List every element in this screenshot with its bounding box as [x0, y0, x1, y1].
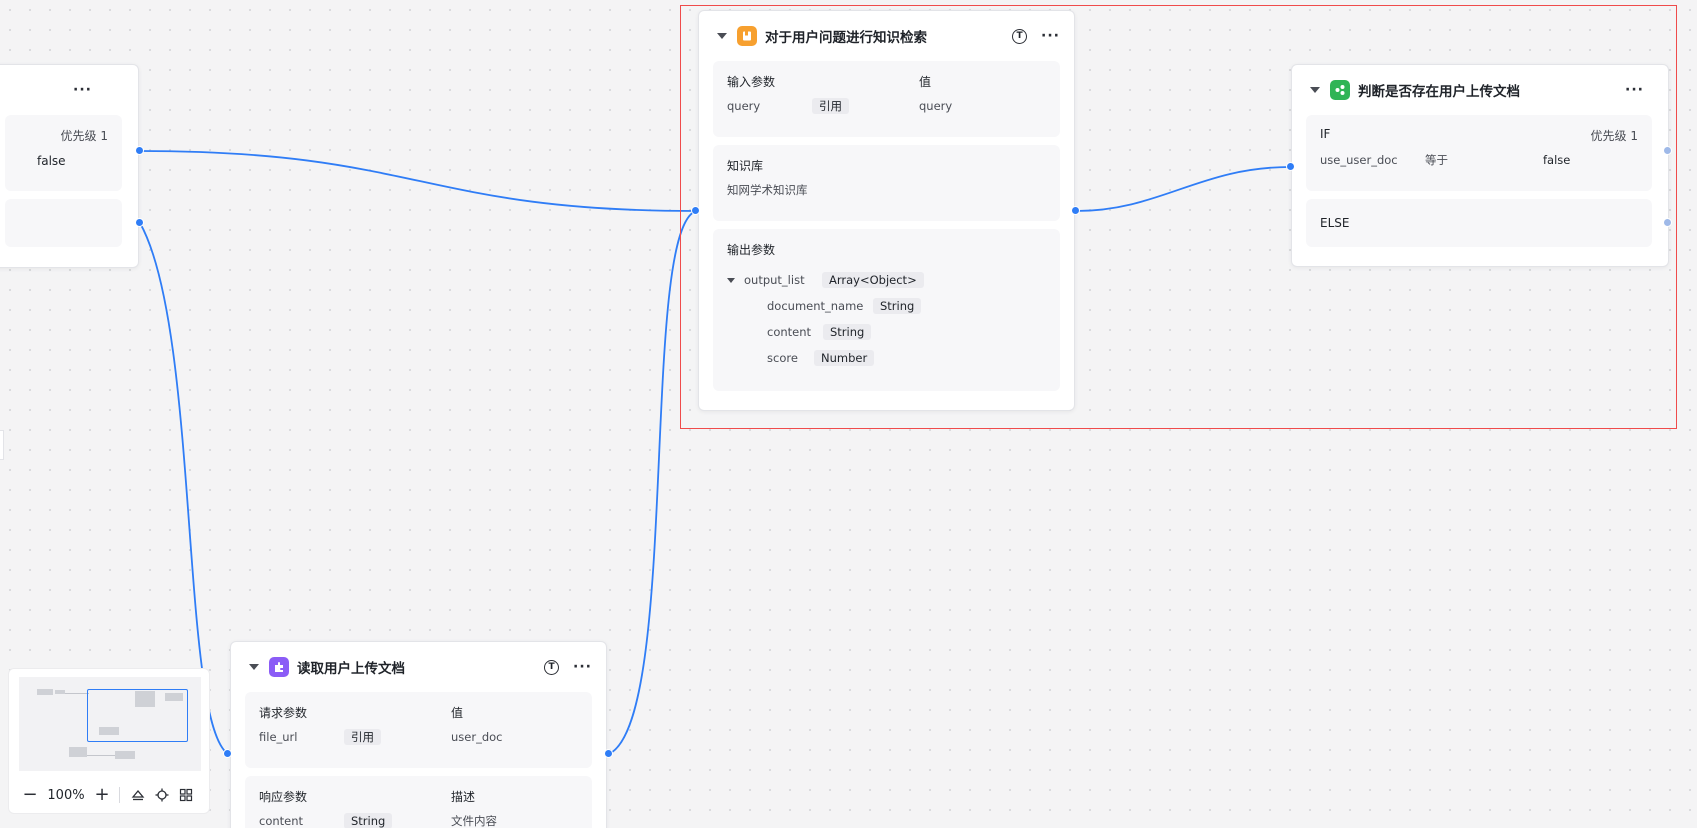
request-params-section: 请求参数 值 file_url 引用 user_doc [245, 692, 592, 768]
workflow-canvas[interactable]: ··· 优先级 1 false 对于用户问题进行知识检索 T ··· 输入参数 … [0, 0, 1697, 828]
more-icon[interactable]: ··· [1625, 83, 1644, 97]
collapse-caret-icon[interactable] [717, 33, 727, 39]
output-type: Array<Object> [822, 272, 924, 288]
input-params-header: 输入参数 [727, 75, 776, 89]
locate-button[interactable] [150, 788, 174, 802]
test-run-icon[interactable]: T [1012, 28, 1028, 44]
condition-operator: 等于 [1425, 153, 1448, 167]
read-node-output-port[interactable] [604, 749, 613, 758]
if-branch: IF 优先级 1 use_user_doc 等于 false [1306, 115, 1652, 191]
more-icon[interactable]: ··· [73, 83, 92, 97]
knowledge-base-value: 知网学术知识库 [727, 183, 808, 197]
condition-node-port-if[interactable] [1663, 146, 1672, 155]
condition-variable: use_user_doc [1320, 153, 1398, 167]
ref-tag: 引用 [344, 729, 381, 745]
condition-icon [1330, 80, 1350, 100]
type-tag: String [344, 813, 393, 828]
minimap-viewport[interactable] [87, 689, 188, 742]
minimap-panel: − 100% + [8, 668, 210, 814]
left-node-port-if[interactable] [135, 146, 144, 155]
left-node-port-else[interactable] [135, 218, 144, 227]
output-type: String [873, 298, 922, 314]
output-type: Number [814, 350, 875, 366]
value-header: 值 [919, 75, 932, 89]
knowledge-icon [737, 26, 757, 46]
output-name: score [767, 351, 798, 365]
knowledge-base-section: 知识库 知网学术知识库 [713, 145, 1060, 221]
response-params-section: 响应参数 描述 content String 文件内容 [245, 776, 592, 828]
description-header: 描述 [451, 790, 476, 804]
value-header: 值 [451, 706, 464, 720]
edge-knowledge-to-condition [1075, 166, 1291, 212]
condition-value: false [1543, 153, 1571, 167]
read-document-node[interactable]: 读取用户上传文档 T ··· 请求参数 值 file_url 引用 user_d… [230, 641, 607, 828]
param-name: content [259, 814, 304, 828]
edge-left-to-knowledge [139, 150, 697, 212]
toolbar-divider [119, 787, 120, 803]
param-value: user_doc [451, 730, 503, 744]
fit-view-button[interactable] [126, 788, 150, 802]
response-params-header: 响应参数 [259, 790, 308, 804]
more-icon[interactable]: ··· [573, 660, 592, 674]
expand-caret-icon[interactable] [727, 277, 735, 283]
param-name: file_url [259, 730, 298, 744]
else-branch: ELSE [1306, 199, 1652, 247]
output-params-section: 输出参数 output_list Array<Object> document_… [713, 229, 1060, 391]
condition-node[interactable]: 判断是否存在用户上传文档 ··· IF 优先级 1 use_user_doc 等… [1291, 64, 1669, 267]
knowledge-node-output-port[interactable] [1071, 206, 1080, 215]
collapse-caret-icon[interactable] [1310, 87, 1320, 93]
node-title: 对于用户问题进行知识检索 [765, 30, 927, 46]
condition-node-input-port[interactable] [1286, 162, 1295, 171]
crosshair-icon [155, 788, 169, 802]
node-title: 判断是否存在用户上传文档 [1358, 84, 1520, 100]
priority-label: 优先级 1 [1590, 129, 1638, 143]
knowledge-retrieval-node[interactable]: 对于用户问题进行知识检索 T ··· 输入参数 值 query 引用 query… [698, 10, 1075, 411]
edge-read-to-knowledge [608, 210, 697, 755]
left-condition-node[interactable]: ··· 优先级 1 false [0, 64, 139, 268]
param-name: query [727, 99, 761, 113]
output-params-title: 输出参数 [727, 243, 776, 257]
fit-view-icon [131, 789, 145, 801]
zoom-in-button[interactable]: + [91, 785, 113, 805]
zoom-out-button[interactable]: − [19, 785, 41, 805]
param-value: query [919, 99, 953, 113]
node-title: 读取用户上传文档 [297, 661, 405, 677]
knowledge-base-title: 知识库 [727, 159, 764, 173]
zoom-level: 100% [47, 787, 85, 803]
layout-button[interactable] [174, 788, 198, 802]
request-params-header: 请求参数 [259, 706, 308, 720]
output-type: String [823, 324, 872, 340]
else-label: ELSE [1320, 216, 1350, 230]
left-edge-stub [0, 430, 4, 460]
priority-label: 优先级 1 [60, 129, 108, 143]
test-run-icon[interactable]: T [544, 659, 560, 675]
input-params-section: 输入参数 值 query 引用 query [713, 61, 1060, 137]
output-name: output_list [744, 273, 805, 287]
else-branch [5, 199, 122, 247]
grid-icon [179, 788, 193, 802]
read-node-input-port[interactable] [223, 749, 232, 758]
minimap[interactable] [19, 677, 201, 771]
ref-tag: 引用 [812, 98, 849, 114]
knowledge-node-input-port[interactable] [691, 206, 700, 215]
condition-node-port-else[interactable] [1663, 218, 1672, 227]
output-name: document_name [767, 299, 864, 313]
condition-value: false [37, 154, 66, 168]
param-description: 文件内容 [451, 814, 497, 828]
output-name: content [767, 325, 812, 339]
plugin-icon [269, 657, 289, 677]
if-label: IF [1320, 127, 1331, 141]
zoom-toolbar: − 100% + [9, 781, 211, 809]
more-icon[interactable]: ··· [1041, 29, 1060, 43]
collapse-caret-icon[interactable] [249, 664, 259, 670]
